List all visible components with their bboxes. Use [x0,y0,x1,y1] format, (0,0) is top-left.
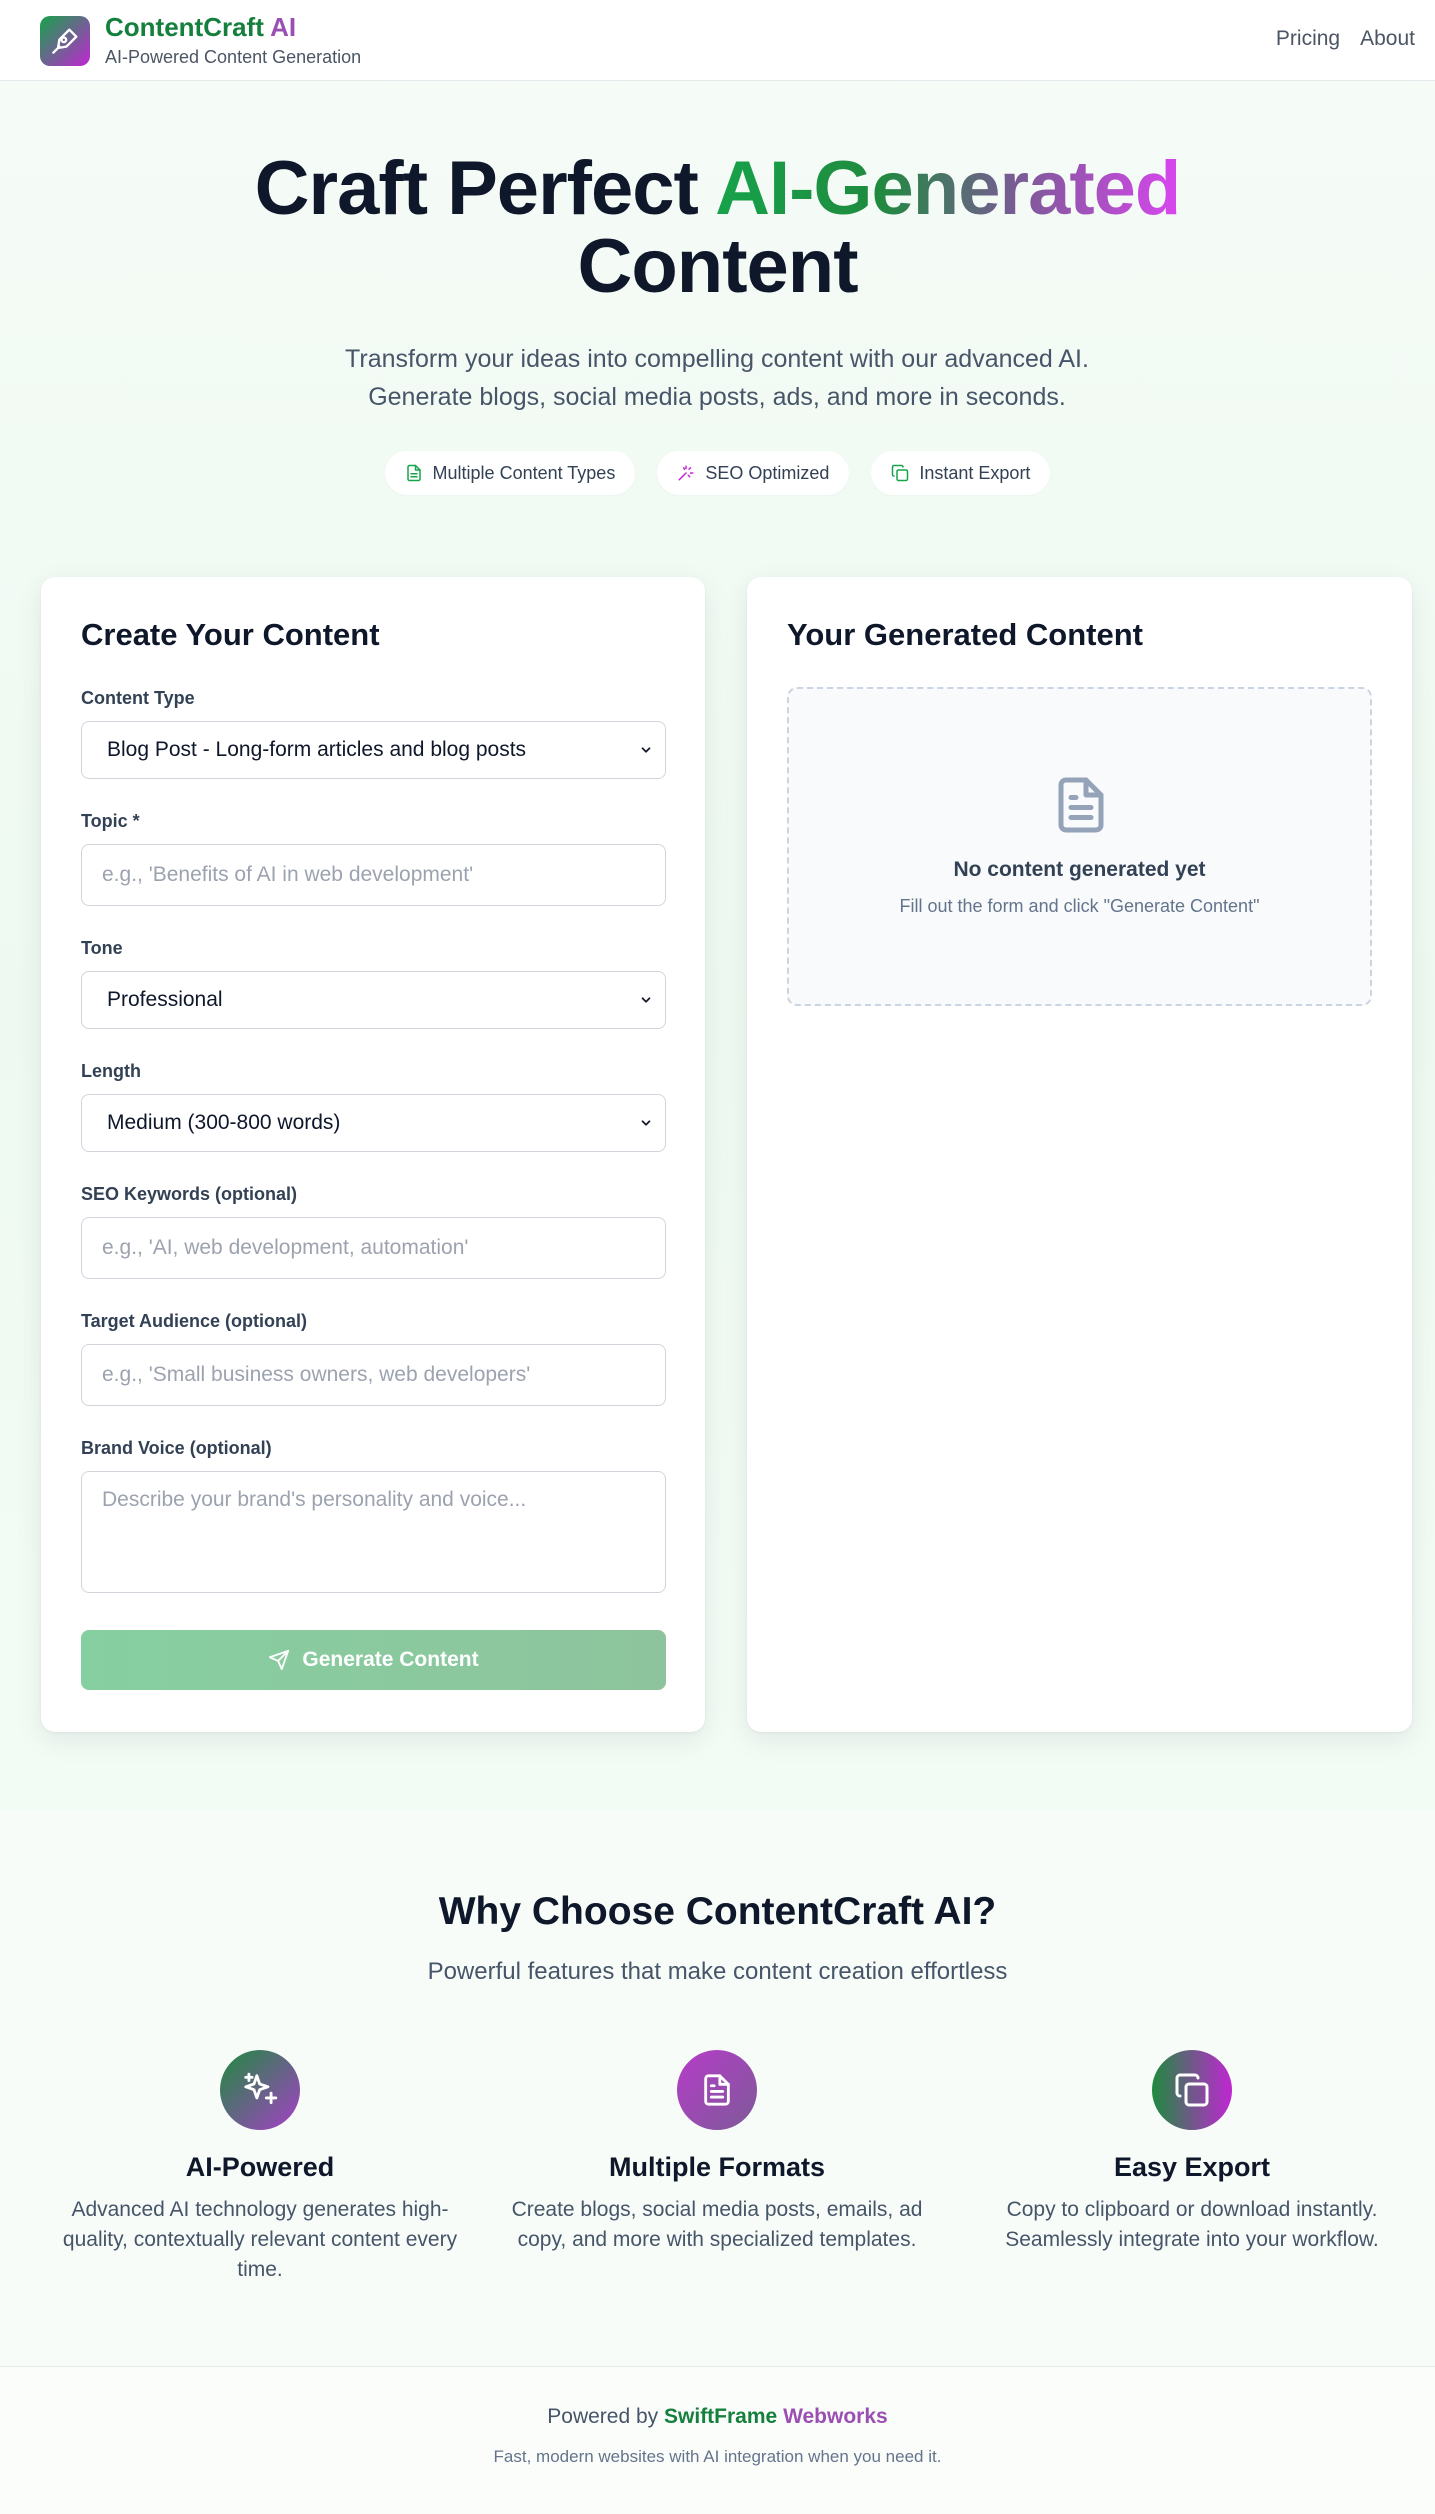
sparkles-icon [678,465,694,481]
seo-keywords-label: SEO Keywords (optional) [81,1184,298,1204]
copy-icon [892,464,909,482]
tone-value: Professional [107,988,223,1011]
nav-link-pricing[interactable]: Pricing [1276,27,1340,51]
footer-company-part1[interactable]: SwiftFrame [664,2405,777,2428]
empty-state-title: No content generated yet [953,858,1206,881]
pill-label: Multiple Content Types [432,462,616,483]
copy-icon [1175,2073,1209,2107]
logo[interactable] [40,16,90,66]
hero-title-plain: Craft Perfect [254,146,716,231]
hero-subtitle-line1: Transform your ideas into compelling con… [345,345,1089,373]
empty-state: No content generated yet Fill out the fo… [787,687,1372,1006]
pill-export: Instant Export [871,451,1051,495]
footer-powered-by: Powered by SwiftFrame Webworks [0,2405,1435,2429]
create-content-card: Create Your Content Content Type Blog Po… [41,577,705,1732]
document-icon [1058,777,1104,833]
length-label: Length [81,1061,141,1081]
content-type-value: Blog Post - Long-form articles and blog … [107,738,527,761]
brand-voice-label: Brand Voice (optional) [81,1438,272,1458]
chevron-down-icon [641,997,651,1003]
output-title: Your Generated Content [787,617,1143,652]
feature-description: Copy to clipboard or download instantly.… [1005,2198,1379,2251]
top-nav: Pricing About [1276,27,1415,51]
features-title: Why Choose ContentCraft AI? [438,1890,997,1933]
features-subtitle: Powerful features that make content crea… [427,1958,1008,1985]
feature-title: AI-Powered [185,2152,335,2182]
pill-seo: SEO Optimized [657,451,850,495]
feature-description: Create blogs, social media posts, emails… [511,2198,923,2251]
chevron-down-icon [641,747,651,753]
feature-title: Multiple Formats [608,2152,825,2182]
nav-link-about[interactable]: About [1360,27,1415,51]
brand-name-part1: ContentCraft [105,12,264,42]
footer-powered-label: Powered by [547,2405,665,2428]
feature-description: Advanced AI technology generates high-qu… [62,2198,458,2281]
content-type-select[interactable]: Blog Post - Long-form articles and blog … [81,721,666,779]
generated-content-card: Your Generated Content No content genera… [747,577,1412,1732]
hero-title-gradient: AI-Generated [715,146,1181,231]
feature-multiple-formats: Multiple Formats Create blogs, social me… [507,2050,927,2255]
brand-voice-textarea[interactable] [81,1471,666,1593]
pill-content-types: Multiple Content Types [384,451,636,495]
tone-label: Tone [81,938,123,958]
generate-content-label: Generate Content [302,1648,479,1671]
content-type-label: Content Type [81,688,195,708]
hero-subtitle: Transform your ideas into compelling con… [267,340,1167,416]
footer-company-part2[interactable]: Webworks [783,2405,888,2428]
feature-ai-powered: AI-Powered Advanced AI technology genera… [50,2050,470,2285]
generate-content-button[interactable]: Generate Content [81,1630,666,1690]
send-icon [269,1649,290,1671]
pen-nib-icon [52,28,78,54]
pill-label: SEO Optimized [705,462,830,483]
hero-title-line2: Content [577,224,858,309]
feature-pills: Multiple Content Types SEO Optimized Ins… [0,451,1435,495]
feature-title: Easy Export [1113,2152,1271,2182]
target-audience-input[interactable] [81,1344,666,1406]
top-header: ContentCraft AI AI-Powered Content Gener… [0,0,1435,81]
hero-subtitle-line2: Generate blogs, social media posts, ads,… [368,383,1066,411]
feature-icon-circle [220,2050,300,2130]
topic-input[interactable] [81,844,666,906]
feature-icon-circle [677,2050,757,2130]
brand-tagline: AI-Powered Content Generation [105,47,362,67]
document-icon [704,2074,730,2106]
topic-label: Topic * [81,811,140,831]
footer: Powered by SwiftFrame Webworks Fast, mod… [0,2366,1435,2514]
chevron-down-icon [641,1120,651,1126]
length-select[interactable]: Medium (300-800 words) [81,1094,666,1152]
empty-state-subtitle: Fill out the form and click "Generate Co… [899,896,1260,916]
feature-easy-export: Easy Export Copy to clipboard or downloa… [982,2050,1402,2255]
length-value: Medium (300-800 words) [107,1111,341,1134]
brand-name[interactable]: ContentCraft AI [105,12,296,43]
target-audience-label: Target Audience (optional) [81,1311,308,1331]
brand-name-part2: AI [270,12,297,42]
feature-icon-circle [1152,2050,1232,2130]
form-title: Create Your Content [81,617,380,652]
pill-label: Instant Export [919,462,1031,483]
seo-keywords-input[interactable] [81,1217,666,1279]
footer-tagline: Fast, modern websites with AI integratio… [493,2447,942,2466]
tone-select[interactable]: Professional [81,971,666,1029]
hero-title: Craft Perfect AI-Generated Content [0,150,1435,306]
sparkles-icon [244,2072,278,2105]
document-icon [406,464,421,482]
